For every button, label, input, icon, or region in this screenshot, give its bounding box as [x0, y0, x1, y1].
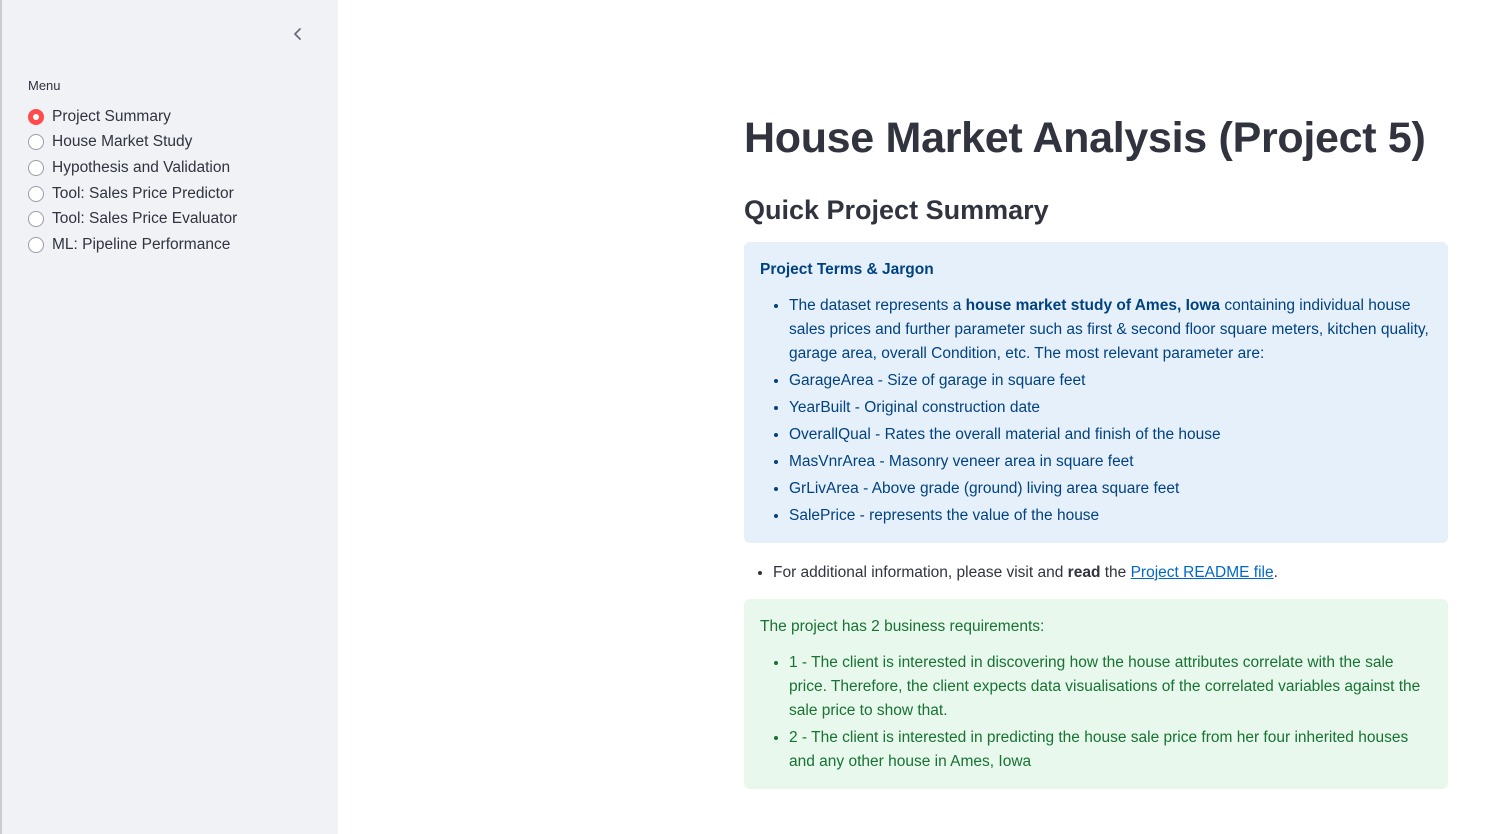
menu-item-label: Hypothesis and Validation	[52, 158, 231, 176]
requirements-box: The project has 2 business requirements:…	[744, 599, 1448, 789]
page-title: House Market Analysis (Project 5)	[744, 114, 1426, 162]
radio-button[interactable]	[28, 185, 44, 202]
menu-item-label: Tool: Sales Price Evaluator	[52, 210, 238, 228]
menu-item-pipeline-performance[interactable]: ML: Pipeline Performance	[28, 232, 237, 258]
menu-item-project-summary[interactable]: Project Summary	[28, 104, 237, 130]
list-item: MasVnrArea - Masonry veneer area in squa…	[789, 450, 1432, 474]
list-item: OverallQual - Rates the overall material…	[789, 423, 1432, 447]
main-content: House Market Analysis (Project 5) Quick …	[744, 110, 1448, 789]
requirements-list: 1 - The client is interested in discover…	[760, 651, 1432, 774]
list-item: For additional information, please visit…	[773, 561, 1448, 585]
readme-text: For additional information, please visit…	[773, 564, 1068, 581]
menu-item-sales-price-predictor[interactable]: Tool: Sales Price Predictor	[28, 181, 237, 207]
menu-item-label: ML: Pipeline Performance	[52, 235, 231, 253]
menu-item-house-market-study[interactable]: House Market Study	[28, 130, 237, 156]
menu-item-label: House Market Study	[52, 133, 193, 151]
chevron-left-icon	[294, 28, 301, 40]
radio-button[interactable]	[28, 236, 44, 253]
readme-text-end: .	[1273, 564, 1278, 581]
radio-button[interactable]	[28, 108, 44, 125]
sidebar: Menu Project Summary House Market Study …	[0, 0, 338, 834]
intro-bold-text: house market study of Ames, Iowa	[965, 297, 1221, 314]
section-subtitle: Quick Project Summary	[744, 195, 1049, 225]
collapse-sidebar-button[interactable]	[286, 22, 310, 46]
radio-button[interactable]	[28, 211, 44, 228]
readme-text-mid: the	[1100, 564, 1131, 581]
menu-item-label: Project Summary	[52, 107, 171, 125]
list-item: GrLivArea - Above grade (ground) living …	[789, 477, 1432, 501]
menu-label: Menu	[28, 78, 61, 93]
list-item: SalePrice - represents the value of the …	[789, 504, 1432, 528]
list-item: YearBuilt - Original construction date	[789, 396, 1432, 420]
menu-item-label: Tool: Sales Price Predictor	[52, 184, 234, 202]
radio-button[interactable]	[28, 134, 44, 151]
radio-button[interactable]	[28, 159, 44, 176]
readme-list: For additional information, please visit…	[744, 561, 1448, 585]
menu-item-sales-price-evaluator[interactable]: Tool: Sales Price Evaluator	[28, 206, 237, 232]
info-box: Project Terms & Jargon The dataset repre…	[744, 242, 1448, 543]
menu-item-hypothesis-validation[interactable]: Hypothesis and Validation	[28, 155, 237, 181]
terms-list: The dataset represents a house market st…	[760, 294, 1432, 528]
readme-bold-text: read	[1067, 564, 1101, 581]
list-item: GarageArea - Size of garage in square fe…	[789, 369, 1432, 393]
list-item: 1 - The client is interested in discover…	[789, 651, 1432, 723]
readme-link[interactable]: Project README file	[1131, 564, 1274, 581]
info-box-heading: Project Terms & Jargon	[760, 261, 934, 278]
requirements-heading: The project has 2 business requirements:	[760, 618, 1045, 635]
intro-text: The dataset represents a	[789, 297, 966, 314]
list-item: The dataset represents a house market st…	[789, 294, 1432, 366]
menu-radio-group: Project Summary House Market Study Hypot…	[28, 104, 237, 258]
list-item: 2 - The client is interested in predicti…	[789, 726, 1432, 774]
